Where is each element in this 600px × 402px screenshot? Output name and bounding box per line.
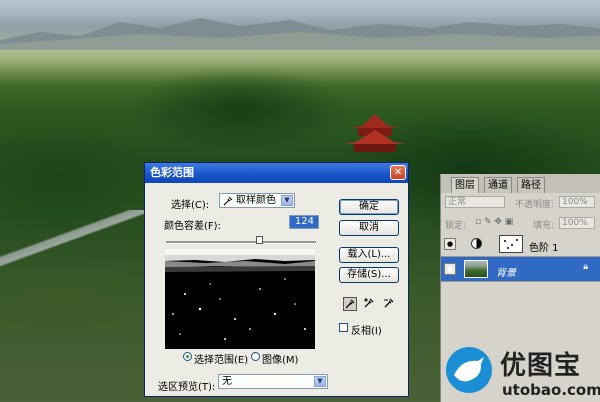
save-button[interactable]: 存储(S)... [339,267,399,283]
radio-image[interactable] [251,352,260,361]
road [0,210,150,270]
lock-icon: 🔒︎ [583,262,588,272]
color-range-dialog: 色彩范围 ✕ 选择(C): 取样颜色 ▼ 颜色容差(F): 124 选择范围(E… [144,162,409,397]
eyedropper-icon[interactable] [343,297,357,311]
adjustment-layer-icon [471,238,482,249]
dialog-title: 色彩范围 [150,166,194,179]
layer-row-levels[interactable]: ● 色阶 1 [441,232,600,257]
selection-preview-image [165,249,315,349]
close-icon[interactable]: ✕ [390,165,406,180]
watermark-name: 优图宝 [500,351,582,381]
invert-checkbox[interactable] [339,323,348,332]
chevron-down-icon: ▼ [314,376,326,387]
layer-thumbnail [464,260,488,278]
bird-logo-icon [446,347,492,393]
pagoda-roof [344,114,406,152]
layer-row-background[interactable]: ● 背景 🔒︎ [441,257,600,282]
dialog-titlebar[interactable]: 色彩范围 ✕ [145,163,408,183]
eye-icon[interactable]: ● [444,263,456,275]
radio-selection-label: 选择范围(E) [194,355,249,366]
lock-icon[interactable]: ▫ ✎ ✥ ▣ [475,217,513,227]
opacity-field[interactable]: 100% [559,196,595,208]
fuzziness-input[interactable]: 124 [289,215,319,229]
selection-preview-value: 无 [222,376,232,387]
eyedropper-plus-icon[interactable] [363,297,377,311]
select-value: 取样颜色 [236,195,276,206]
tab-paths[interactable]: 路径 [517,177,545,193]
layer-name: 色阶 1 [529,243,559,254]
slider-thumb[interactable] [256,236,263,244]
cancel-button[interactable]: 取消 [339,220,399,236]
watermark-url: utobao.com [502,381,600,399]
mountain-range [0,18,600,50]
invert-label: 反相(I) [351,326,382,337]
fuzziness-label: 颜色容差(F): [164,221,221,232]
load-button[interactable]: 载入(L)... [339,247,399,263]
panel-tabs: 图层 通道 路径 [441,174,600,193]
eyedropper-icon [223,196,233,206]
select-dropdown[interactable]: 取样颜色 ▼ [219,193,295,208]
select-label: 选择(C): [171,200,210,211]
tab-layers[interactable]: 图层 [451,177,479,193]
selection-preview-dropdown[interactable]: 无 ▼ [218,374,328,389]
preview-mask [165,249,315,340]
opacity-label: 不透明度: [515,200,555,210]
radio-image-label: 图像(M) [262,355,299,366]
watermark-logo: 优图宝 utobao.com [444,343,600,402]
selection-preview-label: 选区预览(T): [158,382,216,393]
blend-mode-dropdown[interactable]: 正常 [445,196,505,208]
fill-label: 填充: [533,221,555,231]
chevron-down-icon: ▼ [281,195,293,206]
fuzziness-slider[interactable] [166,241,316,244]
lock-label: 锁定: [445,221,467,231]
ok-button[interactable]: 确定 [339,199,399,215]
fill-field[interactable]: 100% [559,217,595,229]
layer-mask-thumbnail [499,235,523,253]
tab-channels[interactable]: 通道 [484,177,512,193]
eye-icon[interactable]: ● [444,238,456,250]
layer-name: 背景 [496,268,516,279]
radio-selection[interactable] [183,352,192,361]
eyedropper-minus-icon[interactable] [383,297,397,311]
